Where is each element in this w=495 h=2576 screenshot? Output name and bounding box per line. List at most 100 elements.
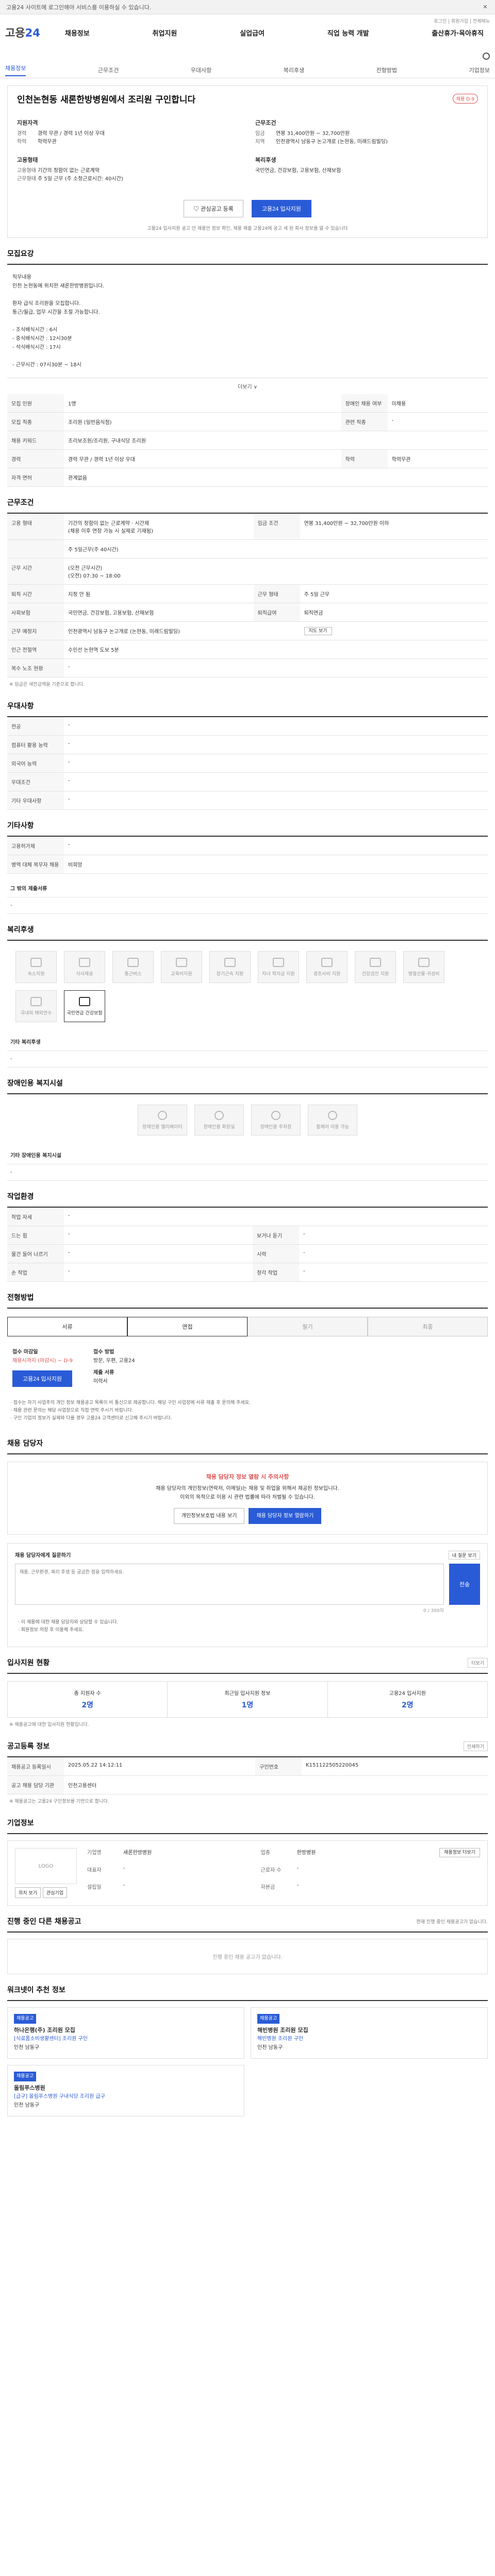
stat-item: 최근일 입사지원 정보 1명 [168,1682,328,1717]
apply-button-2[interactable]: 고용24 입사지원 [12,1370,73,1387]
selection-notes: · 접수는 자기 사업주의 개인 정보 채용공고 목록이 비 통신으로 제공합니… [10,1400,251,1421]
elevator-icon [158,1110,167,1120]
tab-preference[interactable]: 우대사항 [191,66,211,74]
tab-welfare[interactable]: 복리후생 [284,66,304,74]
step-final: 최종 [368,1317,488,1336]
nav-item[interactable]: 출산휴가·육아휴직 [425,28,490,38]
question-box: 채용 담당자에게 질문하기내 질문 보기 전송 0 / 300자 · 이 채용에… [7,1543,488,1647]
detail-section: 모집요강 직무내용 인천 논현동에 위치한 새론한방병원입니다. 환자 급식 조… [7,248,488,487]
welfare-section: 복리후생 숙소지원 식사제공 통근버스 교육비지원 장기근속 지원 자녀 학자금 지원 경조… [7,924,488,1067]
more-link[interactable]: 더보기 [468,1657,488,1668]
view-contact-button[interactable]: 채용 담당자 정보 열람하기 [249,1508,322,1524]
welfare-icon [30,996,42,1006]
site-logo[interactable]: 고용24 [5,25,40,40]
notice-text: 고용24 사이트에 로그인해야 서비스를 이용하실 수 있습니다. [6,4,152,11]
welfare-item: 경조사비 지원 [306,951,348,983]
tab-conditions[interactable]: 근무조건 [98,66,119,74]
disability-item: 장애인용 엘리베이터 [138,1105,187,1136]
welfare-item: 장기근속 지원 [209,951,251,983]
welfare-icon [370,957,381,967]
close-icon[interactable]: ✕ [482,4,489,11]
welfare-icon [79,996,90,1006]
company-section: 기업정보 LOGO 위치 보기 관심기업 기업명 새론한방병원 업종 한방병원 대표자… [7,1818,488,1906]
nav-item[interactable]: 채용정보 [59,28,96,38]
tab-selection[interactable]: 전형방법 [376,66,397,74]
favorite-company-button[interactable]: 관심기업 [42,1887,68,1898]
stat-item: 총 지원자 수 2명 [8,1682,168,1717]
privacy-law-button[interactable]: 개인정보보호법 내용 보기 [173,1508,245,1524]
company-logo: LOGO [15,1848,77,1884]
welfare-item: 교육비지원 [161,951,202,983]
welfare-icon [79,957,90,967]
send-button[interactable]: 전송 [449,1564,480,1605]
location-button[interactable]: 위치 보기 [15,1887,41,1898]
top-links[interactable]: 로그인 | 회원가입 | 전체메뉴 [434,18,490,24]
dday-badge: 채용 D-9 [452,94,478,104]
welfare-grid: 숙소지원 식사제공 통근버스 교육비지원 장기근속 지원 자녀 학자금 지원 경조사비 지원… [7,941,488,1032]
search-icon[interactable] [483,53,490,60]
notice-bar: 고용24 사이트에 로그인해야 서비스를 이용하실 수 있습니다. ✕ [0,0,495,14]
welfare-item: 자녀 학자금 지원 [258,951,299,983]
selection-steps: 서류 면접 필기 최종 [7,1317,488,1336]
welfare-item: 국민연금 건강보험 [64,990,105,1022]
benefit-heading: 복리후생 [255,157,276,163]
welfare-icon [127,957,139,967]
disability-grid: 장애인용 엘리베이터 장애인용 화장실 장애인용 주차장 휠체어 이용 가능 [7,1094,488,1146]
tab-recruit[interactable]: 채용정보 [5,64,26,76]
print-button[interactable]: 인쇄하기 [463,1741,488,1751]
disability-item: 장애인용 주차장 [251,1105,301,1136]
conditions-section: 근무조건 고용 형태 기간의 정함이 없는 근로계약 · 시간제 (채용 이후 연… [7,497,488,690]
nav-item[interactable]: 실업급여 [234,28,271,38]
nav-item[interactable]: 직업 능력 개발 [321,28,375,38]
map-button[interactable]: 지도 보기 [304,627,332,635]
disability-item: 장애인용 화장실 [194,1105,244,1136]
tab-company[interactable]: 기업정보 [469,66,489,74]
interest-button[interactable]: ♡ 관심공고 등록 [184,200,243,217]
type-heading: 고용형태 [17,157,38,163]
main-nav: 채용정보 취업지원 실업급여 직업 능력 개발 출산휴가·육아휴직 [59,28,490,38]
section-tabs: 채용정보 근무조건 우대사항 복리후생 전형방법 기업정보 [0,62,495,78]
step-written: 필기 [248,1317,368,1336]
detail-table: 모집 인원 1명 장애인 채용 여부 미채용 모집 직종 조리원 (일반음식점) 관련 직… [7,394,488,487]
reco-card[interactable]: 채용공고 해빈병원 조리원 모집 해빈병원 조리원 구인 인천 남동구 [251,2007,488,2059]
cond-heading: 근무조건 [255,120,276,126]
reco-card[interactable]: 채용공고 올림푸스병원 [급구] 올림푸스병원 구내식당 조리원 급구 인천 남동구 [7,2065,244,2116]
disability-section: 장애인용 복지시설 장애인용 엘리베이터 장애인용 화장실 장애인용 주차장 휠… [7,1078,488,1181]
welfare-item: 명절선물·귀성비 [403,951,444,983]
question-input[interactable] [15,1564,444,1605]
disability-item: 휠체어 이용 가능 [308,1105,357,1136]
recommend-section: 워크넷이 추천 정보 채용공고 하나은행(주) 조리원 모집 [식료품소비생활센터]… [7,1985,488,2116]
welfare-item: 숙소지원 [15,951,57,983]
welfare-icon [224,957,236,967]
my-questions-button[interactable]: 내 질문 보기 [448,1551,480,1560]
more-button[interactable]: 더보기 ∨ [7,378,488,394]
reg-info-section: 공고등록 정보 인쇄하기 채용공고 등록일시 2025.05.22 14:12:11… [7,1741,488,1807]
job-summary-card: 인천논현동 새론한방병원에서 조리원 구인합니다 채용 D-9 지원자격 경력 경… [7,86,488,238]
nav-item[interactable]: 취업지원 [146,28,184,38]
selection-section: 전형방법 서류 면접 필기 최종 접수 마감일 채용시까지 (마감시) ~ D-… [7,1292,488,1428]
stat-item: 고용24 입사지원 2명 [389,1691,426,1709]
welfare-item: 식사제공 [64,951,105,983]
reco-card[interactable]: 채용공고 하나은행(주) 조리원 모집 [식료품소비생활센터] 조리원 구인 인천 남… [7,2007,244,2059]
step-interview: 면접 [127,1317,248,1336]
welfare-item: 국내외 해외연수 [15,990,57,1022]
company-jobs-button[interactable]: 채용정보 더보기 [439,1848,480,1857]
apply-note: 고용24 입사지원 공고 안 채용안 정보 확인, 채용 제출 고용24에 공고… [147,226,348,231]
contact-section: 채용 담당자 채용 담당자 정보 열람 시 주의사항 채용 담당자의 개인정보(… [7,1438,488,1647]
welfare-item: 건강검진 지원 [355,951,396,983]
wheelchair-icon [328,1110,337,1120]
conditions-table: 고용 형태 기간의 정함이 없는 근로계약 · 시간제 (채용 이후 연장 가능 … [7,514,488,677]
welfare-icon [176,957,187,967]
req-heading: 지원자격 [17,120,38,126]
job-description: 직무내용 인천 논현동에 위치한 새론한방병원입니다. 환자 급식 조리원을 모… [7,265,488,378]
environment-section: 작업환경 작업 자세 - 드는 힘 - 보거나 듣기 - 물건 들어 나르기 - 시력 - 손… [7,1191,488,1282]
parking-icon [271,1110,280,1120]
apply-button[interactable]: 고용24 입사지원 [251,200,311,217]
job-title: 인천논현동 새론한방병원에서 조리원 구인합니다 [17,95,196,105]
site-header: 고용24 채용정보 취업지원 실업급여 직업 능력 개발 출산휴가·육아휴직 로… [0,14,495,50]
welfare-icon [321,957,333,967]
apply-status-section: 입사지원 현황 더보기 총 지원자 수 2명 최근일 입사지원 정보 1명 고용24 … [7,1657,488,1731]
welfare-icon [30,957,42,967]
preference-section: 우대사항 전공 - 컴퓨터 활용 능력 - 외국어 능력 - 우대조건 - 기타 우대사… [7,701,488,810]
toilet-icon [214,1110,224,1120]
